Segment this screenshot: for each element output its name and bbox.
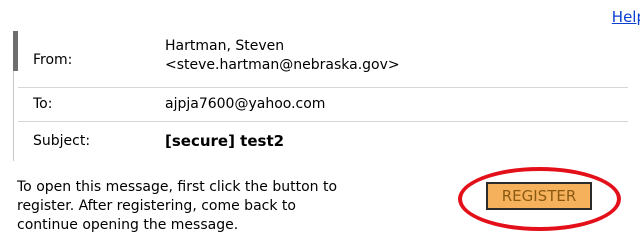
from-email: <steve.hartman@nebraska.gov> (165, 57, 400, 73)
from-name: Hartman, Steven (165, 38, 285, 54)
from-value: Hartman, Steven <steve.hartman@nebraska.… (165, 37, 400, 75)
instructions-line-1: To open this message, first click the bu… (17, 179, 338, 195)
register-instructions: To open this message, first click the bu… (17, 178, 462, 235)
message-header: From: Hartman, Steven <steve.hartman@neb… (13, 31, 628, 161)
from-row: From: Hartman, Steven <steve.hartman@neb… (18, 31, 628, 88)
instructions-line-3: continue opening the message. (17, 217, 239, 233)
subject-row: Subject: [secure] test2 (18, 121, 628, 161)
subject-value: [secure] test2 (165, 132, 285, 150)
to-value: ajpja7600@yahoo.com (165, 96, 326, 112)
to-row: To: ajpja7600@yahoo.com (18, 87, 628, 122)
from-label: From: (33, 52, 73, 68)
register-button[interactable]: REGISTER (486, 182, 592, 210)
header-left-rule (13, 71, 14, 161)
instructions-line-2: register. After registering, come back t… (17, 198, 296, 214)
help-link[interactable]: Help (612, 8, 640, 26)
to-label: To: (33, 96, 53, 112)
subject-label: Subject: (33, 133, 91, 149)
